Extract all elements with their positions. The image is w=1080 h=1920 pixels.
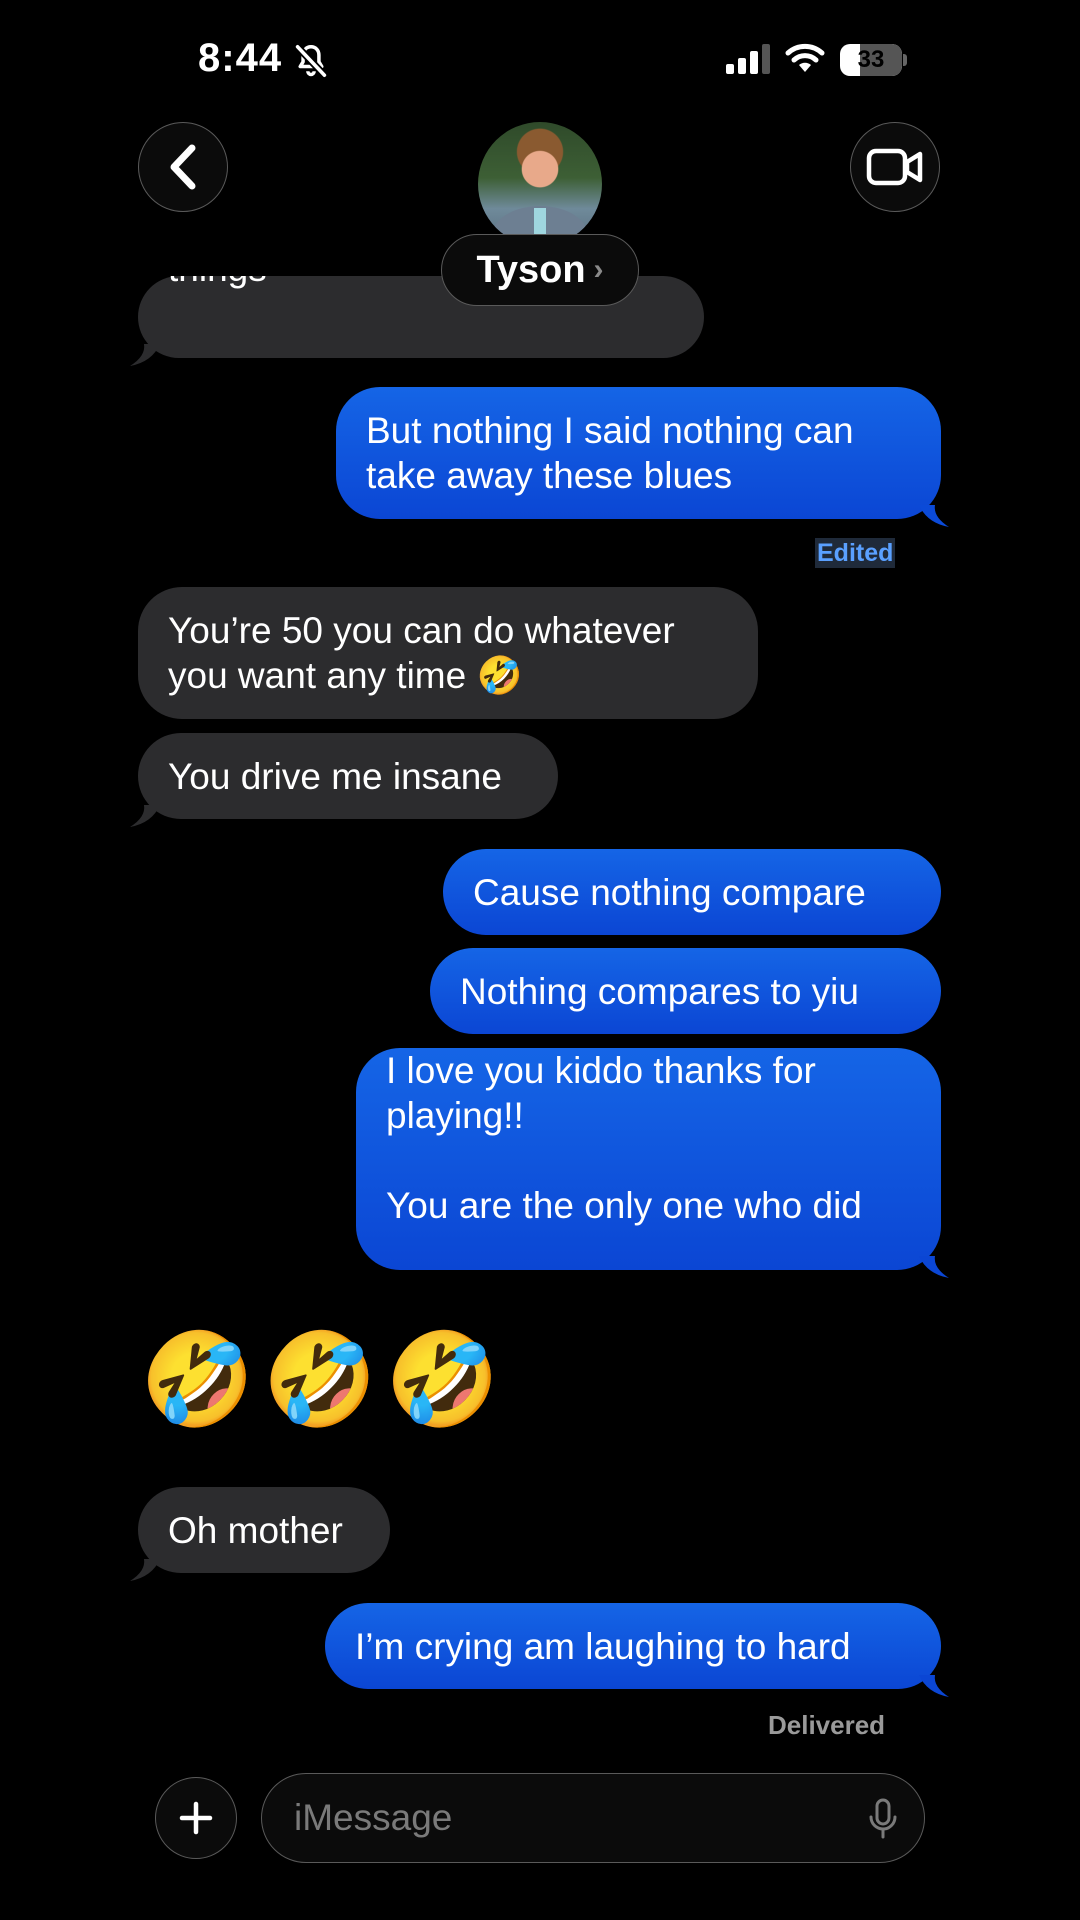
message-text: I love you kiddo thanks for playing!! Yo… xyxy=(386,1050,862,1226)
wifi-icon xyxy=(785,43,825,72)
battery-level: 33 xyxy=(857,46,885,73)
chevron-left-icon xyxy=(170,144,196,190)
signal-icon xyxy=(726,44,770,74)
message-bubble-outgoing[interactable]: Cause nothing compare xyxy=(443,849,941,935)
battery-tip xyxy=(903,54,907,66)
message-bubble-incoming[interactable]: You’re 50 you can do whatever you want a… xyxy=(138,587,758,719)
message-bubble-incoming[interactable]: You drive me insane xyxy=(130,733,558,827)
battery-icon: 33 xyxy=(840,44,902,76)
chevron-right-icon: › xyxy=(593,253,604,286)
message-text: You drive me insane xyxy=(168,755,502,797)
status-time: 8:44 xyxy=(198,36,283,80)
contact-name: Tyson xyxy=(476,248,586,291)
message-bubble-outgoing[interactable]: But nothing I said nothing can take away… xyxy=(336,387,949,527)
input-placeholder: iMessage xyxy=(294,1797,453,1838)
plus-icon xyxy=(179,1801,213,1835)
back-button[interactable] xyxy=(138,122,228,212)
bubble-tail xyxy=(130,1559,160,1581)
bubble-tail xyxy=(919,1675,949,1697)
microphone-icon[interactable] xyxy=(868,1798,898,1840)
message-bubble-outgoing[interactable]: I’m crying am laughing to hard xyxy=(325,1603,949,1697)
contact-name-button[interactable]: Tyson › xyxy=(441,234,639,306)
message-text: Cause nothing compare xyxy=(473,871,866,913)
facetime-video-button[interactable] xyxy=(850,122,940,212)
message-bubble-outgoing[interactable]: Nothing compares to yiu xyxy=(430,948,941,1034)
contact-avatar[interactable] xyxy=(478,122,602,246)
bubble-tail xyxy=(130,805,160,827)
message-text: Oh mother xyxy=(168,1509,343,1551)
message-text: things xyxy=(168,276,267,291)
message-text: But nothing I said nothing can take away… xyxy=(366,410,854,496)
message-bubble-incoming[interactable]: Oh mother xyxy=(130,1487,390,1581)
apps-plus-button[interactable] xyxy=(155,1777,237,1859)
bubble-tail xyxy=(130,344,160,366)
edited-label[interactable]: Edited xyxy=(815,538,896,568)
emoji-message[interactable]: 🤣🤣🤣 xyxy=(140,1330,508,1430)
delivered-label: Delivered xyxy=(768,1710,886,1740)
message-text: Nothing compares to yiu xyxy=(460,970,859,1012)
imessage-input[interactable]: iMessage xyxy=(261,1773,925,1863)
bubble-tail xyxy=(919,1256,949,1278)
message-bubble-outgoing[interactable]: I love you kiddo thanks for playing!! Yo… xyxy=(356,1048,949,1278)
bell-off-icon xyxy=(294,44,328,78)
video-camera-icon xyxy=(866,148,923,186)
message-text: I’m crying am laughing to hard xyxy=(355,1625,851,1667)
message-text: You’re 50 you can do whatever you want a… xyxy=(168,610,675,696)
status-bar: 8:44 33 xyxy=(0,0,1080,120)
bubble-tail xyxy=(919,505,949,527)
